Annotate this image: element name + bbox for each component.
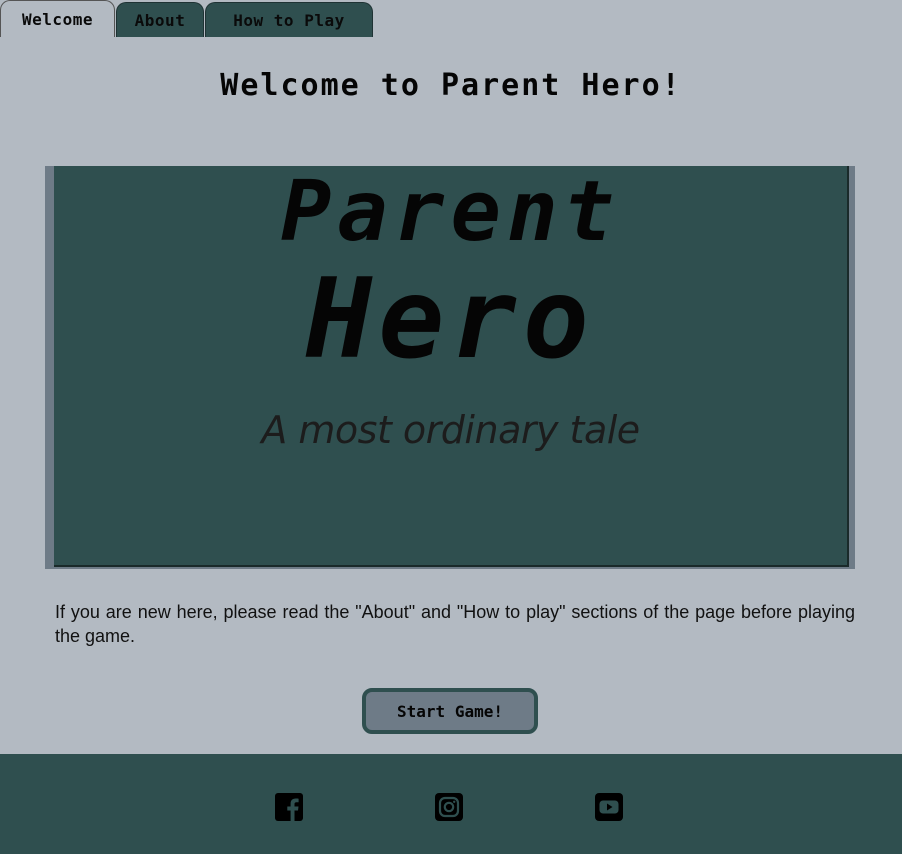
hero-banner-image: Parent Hero A most ordinary tale [54,166,849,567]
hero-banner: Parent Hero A most ordinary tale [45,166,855,569]
page-title: Welcome to Parent Hero! [220,68,682,103]
hero-logo-line-2: Hero [306,255,595,383]
facebook-icon[interactable] [275,793,305,823]
start-game-button[interactable]: Start Game! [362,688,538,734]
instagram-icon[interactable] [435,793,465,823]
tab-about[interactable]: About [116,2,204,37]
youtube-icon[interactable] [595,793,625,823]
intro-text: If you are new here, please read the "Ab… [55,602,855,646]
hero-logo-line-1: Parent [280,162,621,260]
footer [0,754,902,854]
page: Welcome About How to Play Welcome to Par… [0,0,902,854]
tab-welcome[interactable]: Welcome [0,0,115,37]
tab-how-to-play[interactable]: How to Play [205,2,373,37]
tab-bar: Welcome About How to Play [0,0,374,37]
hero-tagline: A most ordinary tale [261,408,640,452]
